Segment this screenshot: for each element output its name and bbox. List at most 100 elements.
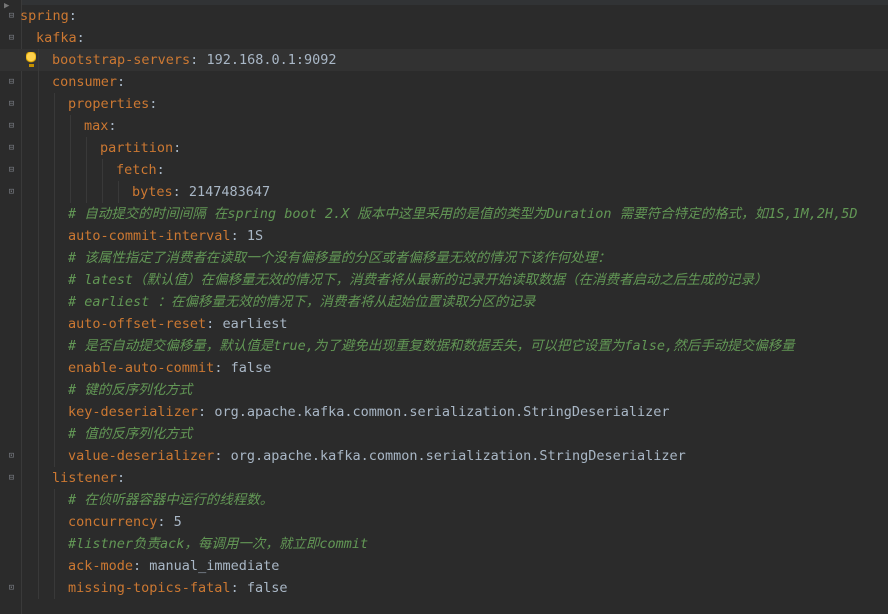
yaml-comment: # 值的反序列化方式 [68, 426, 193, 442]
code-line[interactable]: # 键的反序列化方式 [0, 379, 888, 401]
code-text: kafka: [36, 27, 85, 49]
yaml-value: 5 [173, 514, 182, 530]
code-text: enable-auto-commit: false [68, 357, 271, 379]
code-text: missing-topics-fatal: false [68, 577, 287, 599]
indent-guide [38, 115, 39, 137]
code-line[interactable]: key-deserializer: org.apache.kafka.commo… [0, 401, 888, 423]
indent-guide [54, 159, 55, 181]
code-line[interactable]: ⊟ partition: [0, 137, 888, 159]
code-text: # latest（默认值）在偏移量无效的情况下，消费者将从最新的记录开始读取数据… [68, 269, 768, 291]
fold-open-icon[interactable]: ⊟ [7, 78, 16, 87]
fold-open-icon[interactable]: ⊟ [7, 12, 16, 21]
code-text: listener: [52, 467, 125, 489]
code-line[interactable]: ⊟ consumer: [0, 71, 888, 93]
indent-guide [54, 533, 55, 555]
indent-guide [38, 269, 39, 291]
indent-guide [54, 335, 55, 357]
yaml-comment: # 自动提交的时间间隔 在spring boot 2.X 版本中这里采用的是值的… [68, 206, 858, 222]
yaml-key: spring [20, 8, 69, 24]
fold-open-icon[interactable]: ⊟ [7, 34, 16, 43]
code-line[interactable]: ⊟ kafka: [0, 27, 888, 49]
fold-close-icon[interactable]: ⊡ [7, 452, 16, 461]
code-line[interactable]: concurrency: 5 [0, 511, 888, 533]
code-line[interactable]: # 在侦听器容器中运行的线程数。 [0, 489, 888, 511]
yaml-key: auto-offset-reset [68, 316, 207, 332]
yaml-key: properties [68, 96, 150, 112]
yaml-colon: : [214, 448, 231, 464]
yaml-colon: : [230, 580, 247, 596]
indent-guide [54, 555, 55, 577]
indent-guide [54, 181, 55, 203]
code-line[interactable]: # 值的反序列化方式 [0, 423, 888, 445]
fold-close-icon[interactable]: ⊡ [7, 584, 16, 593]
indent-guide [54, 445, 55, 467]
indent-guide [86, 181, 87, 203]
code-line[interactable]: # latest（默认值）在偏移量无效的情况下，消费者将从最新的记录开始读取数据… [0, 269, 888, 291]
yaml-key: listener [52, 470, 118, 486]
indent-guide [86, 137, 87, 159]
yaml-value: false [230, 360, 272, 376]
yaml-colon: : [230, 228, 247, 244]
fold-open-icon[interactable]: ⊟ [7, 144, 16, 153]
yaml-colon: : [149, 96, 158, 112]
indent-guide [38, 423, 39, 445]
code-line[interactable]: ⊟ fetch: [0, 159, 888, 181]
indent-guide [54, 137, 55, 159]
indent-guide [38, 467, 39, 489]
yaml-colon: : [190, 52, 207, 68]
code-line[interactable]: # 该属性指定了消费者在读取一个没有偏移量的分区或者偏移量无效的情况下该作何处理… [0, 247, 888, 269]
code-text: # 是否自动提交偏移量，默认值是true,为了避免出现重复数据和数据丢失，可以把… [68, 335, 795, 357]
indent-guide [38, 93, 39, 115]
yaml-comment: #listner负责ack，每调用一次，就立即commit [68, 536, 369, 552]
code-line[interactable]: ⊟ listener: [0, 467, 888, 489]
indent-guide [54, 93, 55, 115]
yaml-colon: : [214, 360, 231, 376]
fold-open-icon[interactable]: ⊟ [7, 100, 16, 109]
yaml-colon: : [172, 184, 189, 200]
yaml-colon: : [117, 470, 126, 486]
yaml-value: org.apache.kafka.common.serialization.St… [214, 404, 670, 420]
code-line[interactable]: auto-commit-interval: 1S [0, 225, 888, 247]
code-text: key-deserializer: org.apache.kafka.commo… [68, 401, 669, 423]
yaml-colon: : [173, 140, 182, 156]
code-line[interactable]: ⊡ value-deserializer: org.apache.kafka.co… [0, 445, 888, 467]
indent-guide [54, 379, 55, 401]
code-line[interactable]: ⊟ properties: [0, 93, 888, 115]
code-line[interactable]: # 自动提交的时间间隔 在spring boot 2.X 版本中这里采用的是值的… [0, 203, 888, 225]
code-text: consumer: [52, 71, 125, 93]
indent-guide [54, 269, 55, 291]
code-line[interactable]: enable-auto-commit: false [0, 357, 888, 379]
code-line[interactable]: ⊡ bytes: 2147483647 [0, 181, 888, 203]
yaml-comment: # 键的反序列化方式 [68, 382, 193, 398]
code-line[interactable]: ⊟ max: [0, 115, 888, 137]
indent-guide [54, 577, 55, 599]
fold-open-icon[interactable]: ⊟ [7, 122, 16, 131]
indent-guide [38, 335, 39, 357]
indent-guide [54, 511, 55, 533]
code-line[interactable]: #listner负责ack，每调用一次，就立即commit [0, 533, 888, 555]
fold-close-icon[interactable]: ⊡ [7, 188, 16, 197]
code-line[interactable]: auto-offset-reset: earliest [0, 313, 888, 335]
yaml-value: manual_immediate [149, 558, 280, 574]
code-line[interactable]: ack-mode: manual_immediate [0, 555, 888, 577]
code-text: value-deserializer: org.apache.kafka.com… [68, 445, 686, 467]
code-line[interactable]: bootstrap-servers: 192.168.0.1:9092 [0, 49, 888, 71]
code-line[interactable]: # 是否自动提交偏移量，默认值是true,为了避免出现重复数据和数据丢失，可以把… [0, 335, 888, 357]
code-line[interactable]: # earliest ：在偏移量无效的情况下，消费者将从起始位置读取分区的记录 [0, 291, 888, 313]
code-lines[interactable]: ⊟ spring: ⊟ kafka: bootstrap-servers: 192.16… [0, 5, 888, 599]
yaml-value: 1S [246, 228, 264, 244]
indent-guide [54, 313, 55, 335]
fold-open-icon[interactable]: ⊟ [7, 474, 16, 483]
indent-guide [38, 401, 39, 423]
lightbulb-icon[interactable] [26, 52, 36, 64]
code-editor[interactable]: ▶ ⊟ spring: ⊟ kafka: bootstrap-servers: 192.… [0, 0, 888, 614]
fold-open-icon[interactable]: ⊟ [7, 166, 16, 175]
yaml-colon: : [198, 404, 215, 420]
code-line[interactable]: ⊟ spring: [0, 5, 888, 27]
yaml-key: bootstrap-servers [52, 52, 191, 68]
indent-guide [86, 159, 87, 181]
yaml-key: ack-mode [68, 558, 134, 574]
code-line[interactable]: ⊡ missing-topics-fatal: false [0, 577, 888, 599]
indent-guide [54, 357, 55, 379]
yaml-value: 192.168.0.1:9092 [206, 52, 337, 68]
